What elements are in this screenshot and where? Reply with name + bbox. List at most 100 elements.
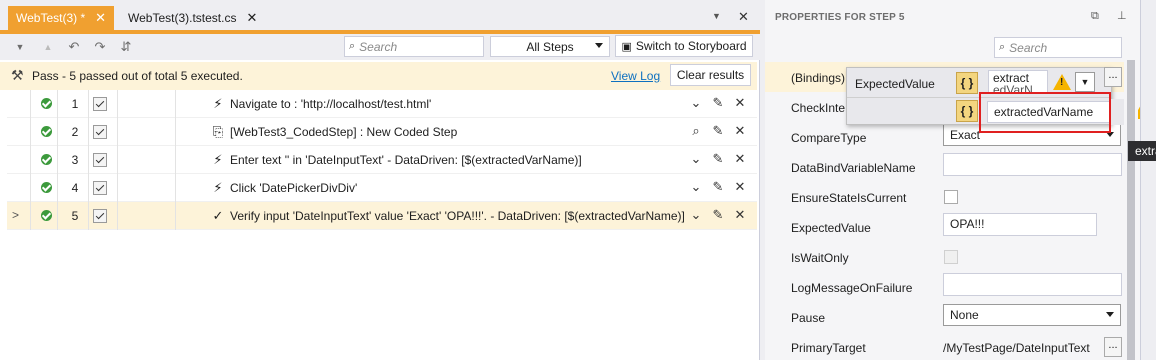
tab-webtest3[interactable]: WebTest(3) * ✕	[8, 6, 115, 30]
step-enabled-checkbox[interactable]	[93, 97, 107, 111]
property-checkbox[interactable]	[944, 190, 958, 204]
step-description: Verify input 'DateInputText' value 'Exac…	[230, 209, 685, 223]
undo-icon[interactable]: ↶	[66, 39, 82, 55]
coded-step-icon: ⎘	[212, 124, 224, 139]
search-placeholder: Search	[1009, 40, 1048, 55]
property-label: EnsureStateIsCurrent	[791, 191, 907, 205]
step-number: 4	[71, 181, 79, 195]
property-input[interactable]: OPA!!!	[943, 213, 1097, 236]
current-row-indicator-icon: >	[12, 208, 20, 222]
property-input[interactable]	[943, 153, 1122, 176]
step-filter-select[interactable]: All Steps	[490, 36, 610, 57]
step-enabled-checkbox[interactable]	[93, 181, 107, 195]
edit-icon[interactable]: ✎	[711, 95, 725, 111]
step-enabled-checkbox[interactable]	[93, 209, 107, 223]
view-log-link[interactable]: View Log	[611, 69, 660, 83]
binding-dropdown-button[interactable]: ▼	[1075, 72, 1095, 92]
chevron-down-icon	[1106, 312, 1114, 317]
chevron-down-icon[interactable]: ⌄	[689, 151, 703, 167]
step-row[interactable]: 3 ⚡ Enter text '' in 'DateInputText' - Dat…	[7, 146, 757, 174]
close-icon[interactable]: ✕	[246, 10, 257, 26]
step-enabled-checkbox[interactable]	[93, 125, 107, 139]
lightning-icon: ⚡	[213, 152, 223, 167]
pass-status-icon	[41, 182, 52, 193]
property-label: PrimaryTarget	[791, 341, 866, 355]
checkmark-icon: ✓	[212, 208, 224, 223]
chevron-down-icon[interactable]: ⌄	[689, 207, 703, 223]
scrollbar-thumb[interactable]	[1127, 60, 1135, 360]
property-value: /MyTestPage/DateInputText	[943, 341, 1090, 355]
search-icon: ⌕	[999, 41, 1006, 53]
step-number: 1	[71, 97, 79, 111]
binding-brace-icon: { }	[956, 72, 978, 94]
step-row[interactable]: 1 ⚡ Navigate to : 'http://localhost/test.h…	[7, 90, 757, 118]
pass-status-icon	[41, 210, 52, 221]
clear-results-button[interactable]: Clear results	[670, 64, 751, 86]
property-label: LogMessageOnFailure	[791, 281, 913, 295]
maximize-icon[interactable]: ⧉	[1091, 10, 1099, 23]
search-icon[interactable]: ⌕	[689, 123, 703, 139]
binding-property-label: ExpectedValue	[855, 77, 935, 91]
clear-results-label: Clear results	[676, 68, 745, 82]
pin-icon[interactable]: ⊥	[1117, 9, 1127, 22]
tab-label: WebTest(3) *	[16, 11, 86, 25]
close-icon[interactable]: ✕	[733, 179, 747, 195]
redo-icon[interactable]: ↷	[92, 39, 108, 55]
property-input[interactable]	[943, 273, 1122, 296]
edit-icon[interactable]: ✎	[711, 151, 725, 167]
tab-webtest3-cs[interactable]: WebTest(3).tstest.cs ✕	[120, 6, 265, 30]
highlight-annotation-box	[979, 92, 1111, 133]
bindings-ellipsis-button[interactable]: ...	[1104, 67, 1122, 87]
property-select[interactable]: None	[943, 304, 1121, 326]
grid-column-divider	[117, 90, 118, 230]
step-search-input[interactable]: ⌕ Search	[344, 36, 484, 57]
property-label: CheckInte	[791, 101, 846, 115]
pass-icon: ⚒	[11, 67, 24, 83]
step-description: Navigate to : 'http://localhost/test.htm…	[230, 97, 432, 111]
lightning-icon: ⚡	[213, 180, 223, 195]
step-description: Enter text '' in 'DateInputText' - DataD…	[230, 153, 582, 167]
primary-target-ellipsis-button[interactable]: ...	[1104, 337, 1122, 357]
editor-toolbar: ▼ ▲ ↶ ↷ ⇵ ⌕ Search All Steps ▣ Switch to…	[0, 34, 760, 60]
lightning-icon: ⚡	[213, 96, 223, 111]
switch-to-storyboard-button[interactable]: ▣ Switch to Storyboard	[615, 35, 753, 57]
chevron-down-icon[interactable]: ⌄	[689, 95, 703, 111]
team-explorer-side-panel[interactable]	[1140, 0, 1156, 360]
close-icon[interactable]: ✕	[733, 151, 747, 167]
step-row[interactable]: >5 ✓ Verify input 'DateInputText' value 'E…	[7, 202, 757, 230]
close-icon[interactable]: ✕	[733, 207, 747, 223]
step-number: 3	[71, 153, 79, 167]
property-checkbox[interactable]	[944, 250, 958, 264]
close-icon[interactable]: ✕	[733, 123, 747, 139]
close-icon[interactable]: ✕	[733, 95, 747, 111]
step-row[interactable]: 4 ⚡ Click 'DatePickerDivDiv' ⌄ ✎ ✕	[7, 174, 757, 202]
step-description: [WebTest3_CodedStep] : New Coded Step	[230, 125, 458, 139]
search-placeholder: Search	[359, 39, 398, 54]
edit-icon[interactable]: ✎	[711, 207, 725, 223]
property-label: ExpectedValue	[791, 221, 871, 235]
grid-column-divider	[30, 90, 31, 230]
chevron-down-icon[interactable]: ⌄	[689, 179, 703, 195]
step-description: Click 'DatePickerDivDiv'	[230, 181, 358, 195]
document-tab-strip: WebTest(3) * ✕ WebTest(3).tstest.cs ✕ ▼ …	[0, 0, 760, 34]
step-enabled-checkbox[interactable]	[93, 153, 107, 167]
grid-column-divider	[57, 90, 58, 230]
tab-menu-dropdown-icon[interactable]: ▼	[712, 11, 721, 21]
properties-search-input[interactable]: ⌕ Search	[994, 37, 1122, 58]
move-down-icon[interactable]: ▼	[12, 39, 28, 55]
storyboard-label: Switch to Storyboard	[635, 39, 747, 53]
move-up-icon[interactable]: ▲	[40, 39, 56, 55]
binding-value-field[interactable]: extract edVarN	[988, 70, 1048, 94]
close-icon[interactable]: ✕	[95, 10, 106, 26]
grid-column-divider	[175, 90, 176, 230]
step-row[interactable]: 2 ⎘ [WebTest3_CodedStep] : New Coded Step ⌕…	[7, 118, 757, 146]
step-tree-icon[interactable]: ⇵	[118, 39, 134, 55]
properties-scrollbar[interactable]	[1124, 30, 1138, 360]
property-value: OPA!!!	[950, 217, 985, 231]
edit-icon[interactable]: ✎	[711, 179, 725, 195]
close-icon[interactable]: ✕	[738, 9, 749, 25]
edit-icon[interactable]: ✎	[711, 123, 725, 139]
side-panel-label	[1144, 40, 1152, 110]
step-filter-value: All Steps	[526, 39, 574, 54]
test-editor: WebTest(3) * ✕ WebTest(3).tstest.cs ✕ ▼ …	[0, 0, 760, 360]
